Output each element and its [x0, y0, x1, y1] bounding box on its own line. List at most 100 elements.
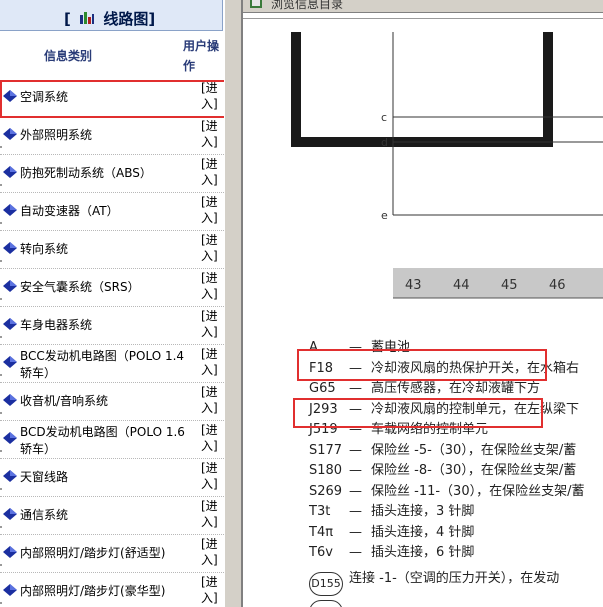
diamond-icon [3, 432, 17, 444]
diamond-icon [3, 166, 17, 178]
enter-link[interactable]: [进入] [201, 422, 223, 454]
list-item-label[interactable]: 内部照明灯/踏步灯(舒适型) [20, 545, 190, 562]
row-dot [0, 146, 2, 148]
diamond-icon [3, 470, 17, 482]
list-item: BCD发动机电路图（POLO 1.6轿车） [进入] [0, 420, 224, 459]
legend-text: 保险丝 -11-（30），在保险丝支架/蓄 [371, 483, 585, 499]
ruler-number: 46 [549, 278, 566, 293]
diamond-icon [3, 546, 17, 558]
wire-label-e: e [381, 209, 388, 222]
enter-link[interactable]: [进入] [201, 536, 223, 568]
list-item-label[interactable]: 车身电器系统 [20, 317, 190, 334]
legend-row: S269 — 保险丝 -11-（30），在保险丝支架/蓄 [309, 480, 584, 499]
wire-frame-right [543, 32, 553, 147]
diamond-icon [3, 204, 17, 216]
list-item: 内部照明灯/踏步灯(舒适型) [进入] [0, 534, 224, 573]
ruler-bar [393, 268, 603, 298]
list-item-label[interactable]: 防抱死制动系统（ABS） [20, 165, 190, 182]
list-item-label[interactable]: 通信系统 [20, 507, 190, 524]
legend-dash: — [349, 442, 362, 458]
legend-dash: — [349, 483, 362, 499]
legend-code: S269 [309, 483, 343, 499]
tree-icon [80, 12, 95, 24]
wiring-diagram: c d e 43 44 45 46 [291, 32, 603, 299]
ruler-number: 44 [453, 278, 470, 293]
list-item-label[interactable]: BCD发动机电路图（POLO 1.6轿车） [20, 424, 190, 458]
diamond-icon [3, 356, 17, 368]
row-dot [0, 336, 2, 338]
legend-dash: — [349, 504, 362, 519]
wire-label-d: d [381, 136, 388, 149]
row-dot [0, 450, 2, 452]
enter-link[interactable]: [进入] [201, 346, 223, 378]
legend-text: 插头连接，3 针脚 [371, 504, 475, 519]
list-item-label[interactable]: 收音机/音响系统 [20, 393, 190, 410]
right-panel-header: 浏览信息目录 [243, 0, 603, 13]
right-panel: 浏览信息目录 c d e 43 44 45 46 A — 蓄电池 F18— 冷却液风扇的热保护… [243, 0, 603, 607]
list-item-label[interactable]: 转向系统 [20, 241, 190, 258]
list-item: BCC发动机电路图（POLO 1.4轿车） [进入] [0, 344, 224, 383]
legend-code: G65 [309, 381, 336, 396]
list-item: 防抱死制动系统（ABS） [进入] [0, 154, 224, 193]
list-item-label[interactable]: 天窗线路 [20, 469, 190, 486]
enter-link[interactable]: [进入] [201, 232, 223, 264]
right-panel-title: 浏览信息目录 [271, 0, 344, 11]
list-item-label[interactable]: BCC发动机电路图（POLO 1.4轿车） [20, 348, 190, 382]
legend-row: T4π — 插头连接，4 针脚 [309, 521, 474, 540]
connector-badge: D155 [309, 572, 343, 596]
title-text: 线路图 [103, 10, 149, 28]
row-dot [0, 602, 2, 604]
highlight-box-f18 [297, 349, 547, 381]
header-divider [243, 18, 603, 19]
diamond-icon [3, 318, 17, 330]
row-dot [0, 488, 2, 490]
pane-splitter[interactable] [224, 0, 243, 607]
legend-code: T6v [309, 545, 333, 560]
diamond-icon [3, 508, 17, 520]
list-item-label[interactable]: 自动变速器（AT） [20, 203, 190, 220]
enter-link[interactable]: [进入] [201, 384, 223, 416]
enter-link[interactable]: [进入] [201, 270, 223, 302]
legend-text: 插头连接，4 针脚 [371, 524, 475, 540]
enter-link[interactable]: [进入] [201, 118, 223, 150]
row-dot [0, 374, 2, 376]
ruler-number: 43 [405, 278, 422, 293]
enter-link[interactable]: [进入] [201, 574, 223, 606]
title-bracket-open: [ [64, 10, 71, 28]
ruler-number: 45 [501, 278, 518, 293]
row-dot [0, 298, 2, 300]
list-item: 天窗线路 [进入] [0, 458, 224, 497]
enter-link[interactable]: [进入] [201, 308, 223, 340]
legend-text: 插头连接，6 针脚 [371, 545, 475, 560]
enter-link[interactable]: [进入] [201, 498, 223, 530]
highlight-box-ac-system [0, 80, 224, 118]
legend-text: 保险丝 -5-（30），在保险丝支架/蓄 [371, 442, 577, 458]
diamond-icon [3, 280, 17, 292]
column-header-operation: 用户操作 [183, 39, 220, 73]
legend-row: T3t — 插头连接，3 针脚 [309, 500, 474, 519]
list-item: 内部照明灯/踏步灯(豪华型) [进入] [0, 572, 224, 607]
list-item: 安全气囊系统（SRS） [进入] [0, 268, 224, 307]
enter-link[interactable]: [进入] [201, 194, 223, 226]
legend-row: T6v — 插头连接，6 针脚 [309, 541, 474, 560]
diamond-icon [3, 584, 17, 596]
diamond-icon [3, 394, 17, 406]
list-item-label[interactable]: 内部照明灯/踏步灯(豪华型) [20, 583, 190, 600]
wire-frame-left [291, 32, 301, 147]
legend-dash: — [349, 524, 362, 540]
diamond-icon [3, 128, 17, 140]
list-item: 外部照明系统 [进入] [0, 116, 224, 155]
title-bracket-close: ] [148, 10, 156, 28]
legend-dash: — [349, 545, 362, 560]
wire-label-c: c [381, 111, 387, 124]
row-dot [0, 222, 2, 224]
enter-link[interactable]: [进入] [201, 460, 223, 492]
legend-code: S180 [309, 463, 343, 478]
connector-badge-partial [309, 600, 343, 607]
list-item-label[interactable]: 外部照明系统 [20, 127, 190, 144]
row-dot [0, 260, 2, 262]
list-item-label[interactable]: 安全气囊系统（SRS） [20, 279, 190, 296]
legend-row: S177 — 保险丝 -5-（30），在保险丝支架/蓄 [309, 439, 576, 458]
enter-link[interactable]: [进入] [201, 156, 223, 188]
row-dot [0, 184, 2, 186]
